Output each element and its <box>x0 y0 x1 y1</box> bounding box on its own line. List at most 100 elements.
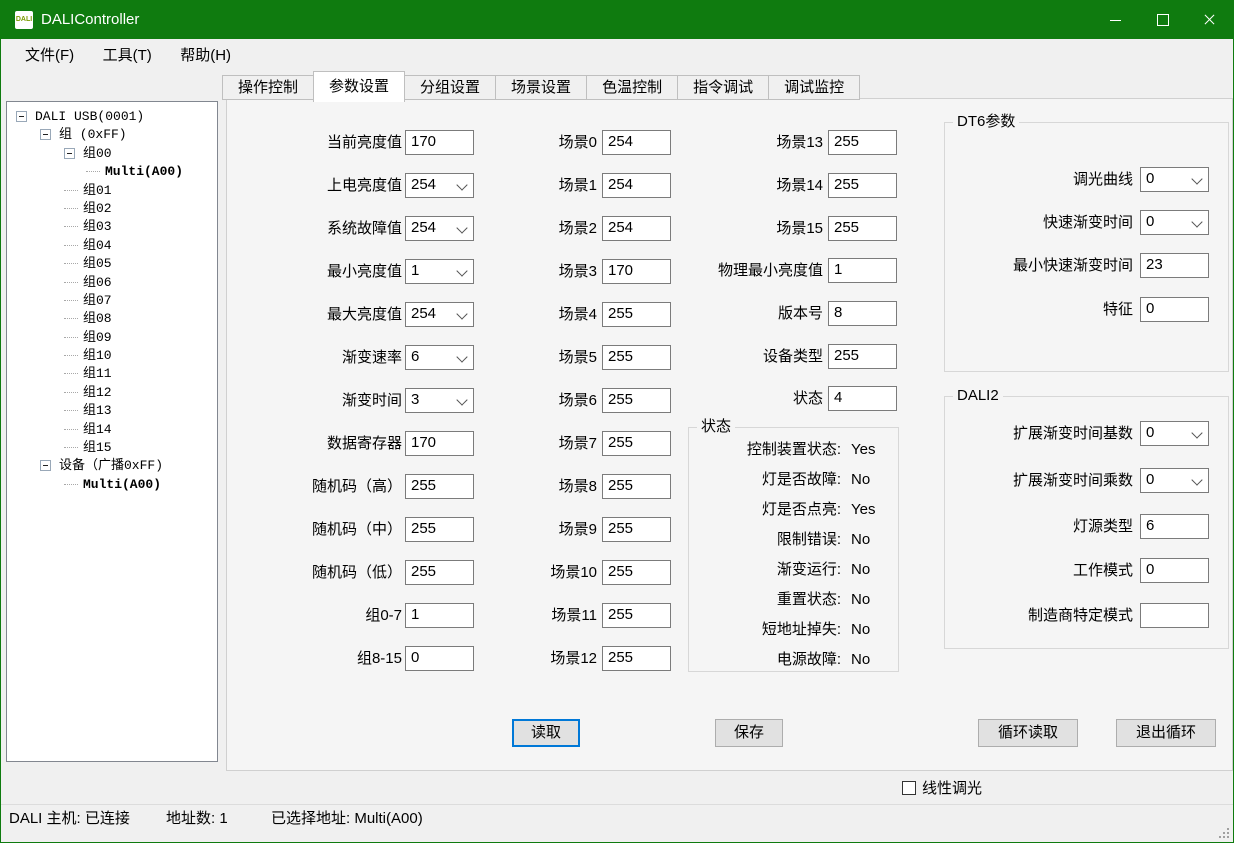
tree-item-label: 组00 <box>83 146 112 161</box>
tree-item[interactable]: DALI USB(0001) <box>7 107 217 125</box>
scene-input[interactable]: 170 <box>602 259 671 284</box>
light-source-type-input[interactable]: 6 <box>1140 514 1209 539</box>
scene-input[interactable]: 254 <box>602 216 671 241</box>
menu-help[interactable]: 帮助(H) <box>180 39 231 72</box>
tab-command-debug[interactable]: 指令调试 <box>677 75 769 100</box>
menu-tools[interactable]: 工具(T) <box>103 39 152 72</box>
tree-item[interactable]: 组07 <box>7 291 217 309</box>
tree-item[interactable]: 组06 <box>7 273 217 291</box>
scene-input[interactable]: 255 <box>602 302 671 327</box>
scene-input[interactable]: 254 <box>602 173 671 198</box>
scene-label: 场景10 <box>432 560 597 585</box>
tree-item[interactable]: Multi(A00) <box>7 162 217 180</box>
tree-item[interactable]: 组03 <box>7 217 217 235</box>
scene-input[interactable]: 255 <box>602 431 671 456</box>
tree-item[interactable]: 组01 <box>7 181 217 199</box>
tab-parameter-settings[interactable]: 参数设置 <box>313 71 405 102</box>
min-fast-fade-time-input[interactable]: 23 <box>1140 253 1209 278</box>
field-label: 工作模式 <box>945 558 1133 583</box>
status-input[interactable]: 4 <box>828 386 897 411</box>
tree-item[interactable]: 组04 <box>7 236 217 254</box>
scene-input[interactable]: 255 <box>602 646 671 671</box>
tree-item[interactable]: 组12 <box>7 383 217 401</box>
scene-input[interactable]: 255 <box>602 560 671 585</box>
scene-input[interactable]: 254 <box>602 130 671 155</box>
fast-fade-time-combobox[interactable]: 0 <box>1140 210 1209 235</box>
scene-input[interactable]: 255 <box>602 474 671 499</box>
scene-input[interactable]: 255 <box>828 173 897 198</box>
tree-expander-icon[interactable] <box>40 460 51 471</box>
scene-label: 场景1 <box>432 173 597 198</box>
scene-input[interactable]: 255 <box>602 603 671 628</box>
scene-input[interactable]: 255 <box>602 345 671 370</box>
field-label: 快速渐变时间 <box>945 210 1133 235</box>
status-label: 电源故障: <box>689 650 841 670</box>
tree-item[interactable]: 组11 <box>7 364 217 382</box>
tab-color-temp-control[interactable]: 色温控制 <box>586 75 678 100</box>
chevron-down-icon <box>1191 427 1202 438</box>
tab-debug-monitor[interactable]: 调试监控 <box>768 75 860 100</box>
linear-dimming-checkbox[interactable] <box>902 781 916 795</box>
tree-item[interactable]: 组02 <box>7 199 217 217</box>
scene-input[interactable]: 255 <box>602 388 671 413</box>
tree-item-label: 组02 <box>83 201 112 216</box>
scene-input[interactable]: 255 <box>828 130 897 155</box>
field-label: 上电亮度值 <box>230 173 402 198</box>
tree-item-label: 组03 <box>83 219 112 234</box>
tree-item[interactable]: 组 (0xFF) <box>7 125 217 143</box>
extended-fade-time-multiplier-combobox[interactable]: 0 <box>1140 468 1209 493</box>
statusbar-host: DALI 主机: 已连接 <box>9 805 130 832</box>
device-type-input[interactable]: 255 <box>828 344 897 369</box>
scene-label: 场景5 <box>432 345 597 370</box>
field-label: 灯源类型 <box>945 514 1133 539</box>
field-label: 随机码（低） <box>230 560 402 585</box>
tree-expander-icon[interactable] <box>40 129 51 140</box>
resize-grip[interactable] <box>1227 836 1229 838</box>
tree-item[interactable]: 组09 <box>7 328 217 346</box>
menu-file[interactable]: 文件(F) <box>25 39 74 72</box>
tree-item[interactable]: 组14 <box>7 420 217 438</box>
extended-fade-time-base-combobox[interactable]: 0 <box>1140 421 1209 446</box>
tree-item[interactable]: 组13 <box>7 401 217 419</box>
operating-mode-input[interactable]: 0 <box>1140 558 1209 583</box>
tree-item[interactable]: 组05 <box>7 254 217 272</box>
loop-read-button[interactable]: 循环读取 <box>978 719 1078 747</box>
tree-connector <box>64 300 78 301</box>
tree-item-label: DALI USB(0001) <box>35 109 144 124</box>
scene-input[interactable]: 255 <box>828 216 897 241</box>
dimming-curve-combobox[interactable]: 0 <box>1140 167 1209 192</box>
tree-expander-icon[interactable] <box>64 148 75 159</box>
status-value: No <box>851 650 870 670</box>
read-button[interactable]: 读取 <box>512 719 580 747</box>
manufacturer-specific-mode-input[interactable] <box>1140 603 1209 628</box>
tab-grouping-settings[interactable]: 分组设置 <box>404 75 496 100</box>
minimize-button[interactable] <box>1092 1 1139 39</box>
dali2-group: DALI2 扩展渐变时间基数 0 扩展渐变时间乘数 0 灯源类型 6 工作模式 … <box>944 396 1229 649</box>
scene-input[interactable]: 255 <box>602 517 671 542</box>
tree-item[interactable]: 组08 <box>7 309 217 327</box>
tab-scene-settings[interactable]: 场景设置 <box>495 75 587 100</box>
status-value: No <box>851 560 870 580</box>
field-label: 数据寄存器 <box>230 431 402 456</box>
exit-loop-button[interactable]: 退出循环 <box>1116 719 1216 747</box>
tree-expander-icon[interactable] <box>16 111 27 122</box>
app-icon: DALI <box>15 11 33 29</box>
maximize-button[interactable] <box>1139 1 1186 39</box>
tree-item[interactable]: 组15 <box>7 438 217 456</box>
tree-item[interactable]: 组00 <box>7 144 217 162</box>
tree-item-label: Multi(A00) <box>105 164 183 179</box>
close-button[interactable] <box>1186 1 1233 39</box>
save-button[interactable]: 保存 <box>715 719 783 747</box>
features-input[interactable]: 0 <box>1140 297 1209 322</box>
scene-label: 场景11 <box>432 603 597 628</box>
tab-operation-control[interactable]: 操作控制 <box>222 75 314 100</box>
tree-connector <box>64 263 78 264</box>
scene-label: 场景8 <box>432 474 597 499</box>
version-input[interactable]: 8 <box>828 301 897 326</box>
physical-min-level-input[interactable]: 1 <box>828 258 897 283</box>
tree-item[interactable]: 组10 <box>7 346 217 364</box>
tree-item[interactable]: 设备（广播0xFF) <box>7 456 217 474</box>
status-label: 重置状态: <box>689 590 841 610</box>
tree-connector <box>64 429 78 430</box>
tree-item[interactable]: Multi(A00) <box>7 475 217 493</box>
